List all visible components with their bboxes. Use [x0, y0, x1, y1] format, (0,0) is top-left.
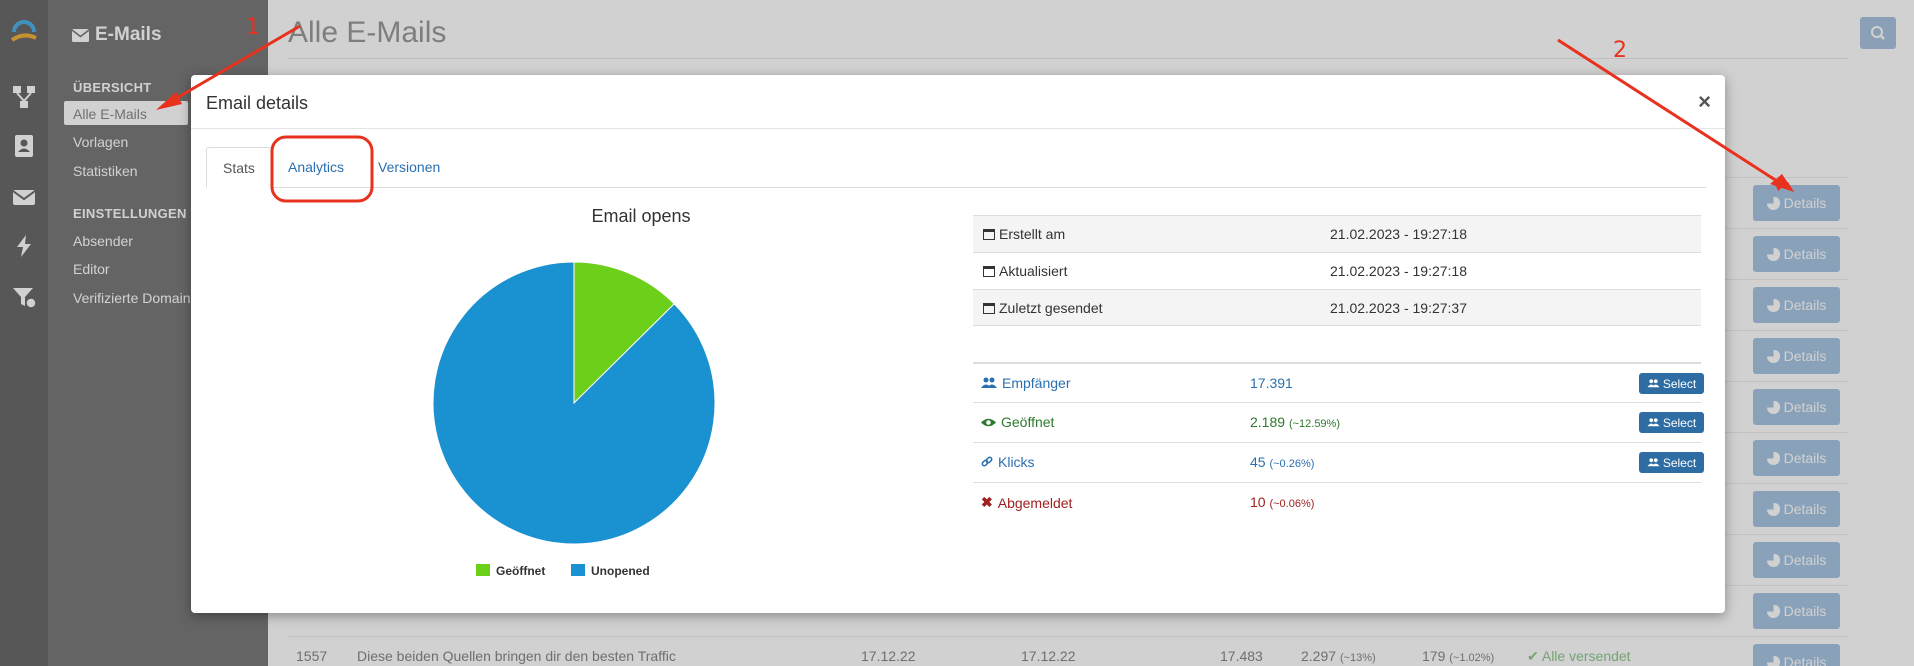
- select-clicks-button[interactable]: Select: [1639, 452, 1704, 473]
- details-button[interactable]: Details: [1753, 389, 1840, 425]
- users-icon: [1647, 458, 1660, 467]
- envelope-icon[interactable]: [11, 184, 37, 210]
- chart-title: Email opens: [591, 206, 691, 226]
- select-opened-button[interactable]: Select: [1639, 412, 1704, 433]
- search-icon: [1871, 26, 1885, 40]
- info-row-updated: Aktualisiert 21.02.2023 - 19:27:18: [973, 252, 1701, 289]
- info-row-created: Erstellt am 21.02.2023 - 19:27:18: [973, 215, 1701, 252]
- pie-icon: [1766, 502, 1780, 516]
- calendar-icon: [983, 229, 995, 240]
- sidebar-title: E-Mails: [72, 24, 162, 46]
- tab-bar: Stats Analytics Versionen: [206, 147, 1706, 188]
- sidebar-item-absender[interactable]: Absender: [73, 233, 133, 249]
- sidebar-item-vorlagen[interactable]: Vorlagen: [73, 134, 128, 150]
- users-icon: [981, 377, 997, 388]
- details-button[interactable]: Details: [1753, 440, 1840, 476]
- pie-icon: [1766, 655, 1780, 666]
- close-icon[interactable]: ×: [1698, 89, 1711, 115]
- app-logo-icon[interactable]: [8, 18, 40, 50]
- users-icon: [1647, 418, 1660, 427]
- details-button[interactable]: Details: [1753, 491, 1840, 527]
- tab-stats[interactable]: Stats: [206, 147, 272, 188]
- legend-swatch: [476, 564, 490, 576]
- details-button[interactable]: Details: [1753, 593, 1840, 629]
- lightning-icon[interactable]: [11, 233, 37, 259]
- modal-title: Email details: [206, 93, 309, 113]
- sidebar-item-alle-emails[interactable]: Alle E-Mails: [64, 101, 188, 125]
- stat-row-unsubscribed: ✖ Abgemeldet 10 (~0.06%): [973, 482, 1701, 522]
- pie-icon: [1766, 196, 1780, 210]
- select-recipients-button[interactable]: Select: [1639, 373, 1704, 394]
- details-button[interactable]: Details: [1753, 644, 1840, 666]
- row-recipients: 17.483: [1220, 648, 1263, 664]
- pie-chart: Geöffnet Unopened: [432, 261, 716, 578]
- page-title: Alle E-Mails: [288, 16, 447, 49]
- legend-label[interactable]: Geöffnet: [496, 564, 545, 578]
- legend-swatch: [571, 564, 585, 576]
- stat-row-recipients: Empfänger 17.391 Select: [973, 362, 1704, 402]
- eye-icon: [981, 418, 996, 426]
- tab-analytics[interactable]: Analytics: [272, 147, 360, 188]
- sidebar-item-verifizierte-domains[interactable]: Verifizierte Domains: [73, 290, 198, 306]
- pie-icon: [1766, 604, 1780, 618]
- legend-label[interactable]: Unopened: [591, 564, 650, 578]
- contacts-icon[interactable]: [11, 133, 37, 159]
- row-opened: 2.297 (~13%): [1301, 648, 1376, 664]
- calendar-icon: [983, 266, 995, 277]
- calendar-icon: [983, 303, 995, 314]
- sidebar-item-editor[interactable]: Editor: [73, 261, 110, 277]
- flow-icon[interactable]: [11, 84, 37, 110]
- search-button[interactable]: [1860, 17, 1896, 49]
- annotation-1: 1: [246, 15, 260, 40]
- sidebar-item-statistiken[interactable]: Statistiken: [73, 163, 138, 179]
- link-icon: [981, 456, 993, 467]
- pie-icon: [1766, 553, 1780, 567]
- stat-row-clicks: Klicks 45 (~0.26%) Select: [973, 442, 1704, 482]
- pie-icon: [1766, 298, 1780, 312]
- annotation-2: 2: [1613, 38, 1627, 63]
- section-settings: EINSTELLUNGEN: [73, 206, 187, 221]
- row-status: ✔ Alle versendet: [1527, 648, 1631, 664]
- pie-icon: [1766, 400, 1780, 414]
- cross-icon: ✖: [981, 494, 993, 510]
- details-button[interactable]: Details: [1753, 287, 1840, 323]
- row-clicks: 179 (~1.02%): [1422, 648, 1495, 664]
- info-row-last-sent: Zuletzt gesendet 21.02.2023 - 19:27:37: [973, 289, 1701, 326]
- details-button[interactable]: Details: [1753, 236, 1840, 272]
- section-overview: ÜBERSICHT: [73, 80, 152, 95]
- users-icon: [1647, 379, 1660, 388]
- stat-row-opened: Geöffnet 2.189 (~12.59%) Select: [973, 402, 1704, 442]
- pie-icon: [1766, 451, 1780, 465]
- envelope-icon: [72, 28, 89, 42]
- details-button[interactable]: Details: [1753, 185, 1840, 221]
- pie-icon: [1766, 349, 1780, 363]
- pie-icon: [1766, 247, 1780, 261]
- funnel-icon[interactable]: [11, 284, 37, 310]
- details-button[interactable]: Details: [1753, 338, 1840, 374]
- details-button[interactable]: Details: [1753, 542, 1840, 578]
- tab-versionen[interactable]: Versionen: [362, 147, 456, 188]
- icon-rail: [0, 0, 48, 666]
- row-id: 1557: [296, 648, 328, 664]
- row-created: 17.12.22: [861, 648, 916, 664]
- modal-header: Email details ×: [191, 75, 1725, 129]
- row-sent: 17.12.22: [1021, 648, 1076, 664]
- email-details-modal: Email details × Stats Analytics Versione…: [191, 75, 1725, 613]
